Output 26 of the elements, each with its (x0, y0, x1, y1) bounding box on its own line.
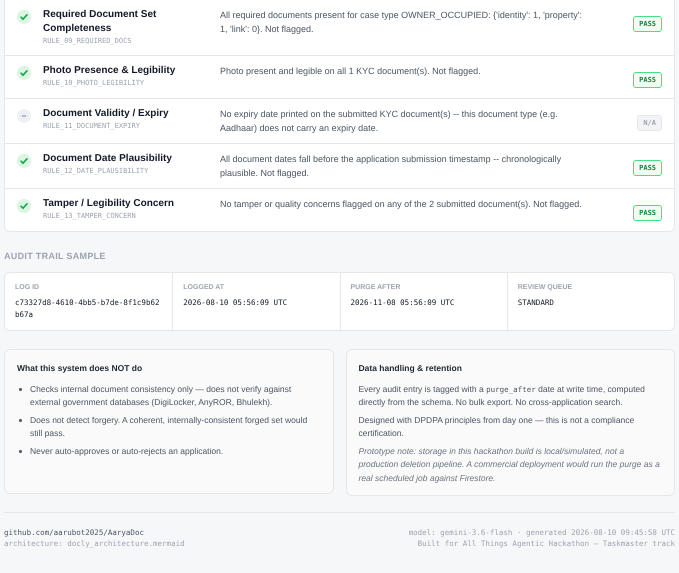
rule-title: Required Document Set Completeness (43, 8, 158, 36)
limitation-text: Never auto-approves or auto-rejects an application. (30, 444, 224, 458)
rule-detail: All required documents present for case type OWNER_OCCUPIED: {'identity': 1, 'property': 1, 'link': 0}. Not flagged. (220, 9, 584, 36)
bullet-icon (19, 388, 22, 391)
rule-title: Photo Presence & Legibility (43, 64, 176, 78)
rule-title: Tamper / Legibility Concern (43, 197, 175, 211)
retention-text: Designed with DPDPA principles from day one — this is not a compliance certification. (358, 414, 636, 440)
limitation-text: Does not detect forgery. A coherent, internally-consistent forged set would still pass. (30, 414, 308, 440)
rule-title: Document Validity / Expiry (43, 107, 170, 121)
rule-detail: No tamper or quality concerns flagged on any of the 2 submitted document(s). Not flagged. (220, 198, 583, 211)
check-icon (17, 199, 31, 213)
bullet-icon (19, 450, 22, 453)
rule-detail: All document dates fall before the application submission timestamp -- chronologically plausible. Not flagged. (220, 153, 562, 180)
card-title: Data handling & retention (358, 362, 463, 375)
rule-title: Document Date Plausibility (43, 152, 173, 166)
check-icon (17, 66, 31, 80)
prototype-note: Prototype note: storage in this hackathon build is local/simulated, not a production deletion pipeline. A commercial deployment would run the purge as a real scheduled job against Firestore. (358, 444, 661, 485)
section-heading: AUDIT TRAIL SAMPLE (4, 250, 107, 263)
limitation-text: Checks internal document consistency only — does not verify against external government databases (DigiLocker, AnyROR, Bhulekh). (30, 382, 292, 410)
bullet-icon (19, 418, 22, 422)
card-title: What this system does NOT do (17, 362, 144, 375)
rule-detail: No expiry date printed on the submitted KYC document(s) -- this document type (e.g. Aadhaar) does not carry an expiry date. (220, 108, 559, 135)
rule-detail: Photo present and legible on all 1 KYC document(s). Not flagged. (220, 65, 482, 78)
check-icon (17, 10, 31, 24)
check-icon (17, 154, 31, 168)
dash-icon (17, 109, 31, 123)
